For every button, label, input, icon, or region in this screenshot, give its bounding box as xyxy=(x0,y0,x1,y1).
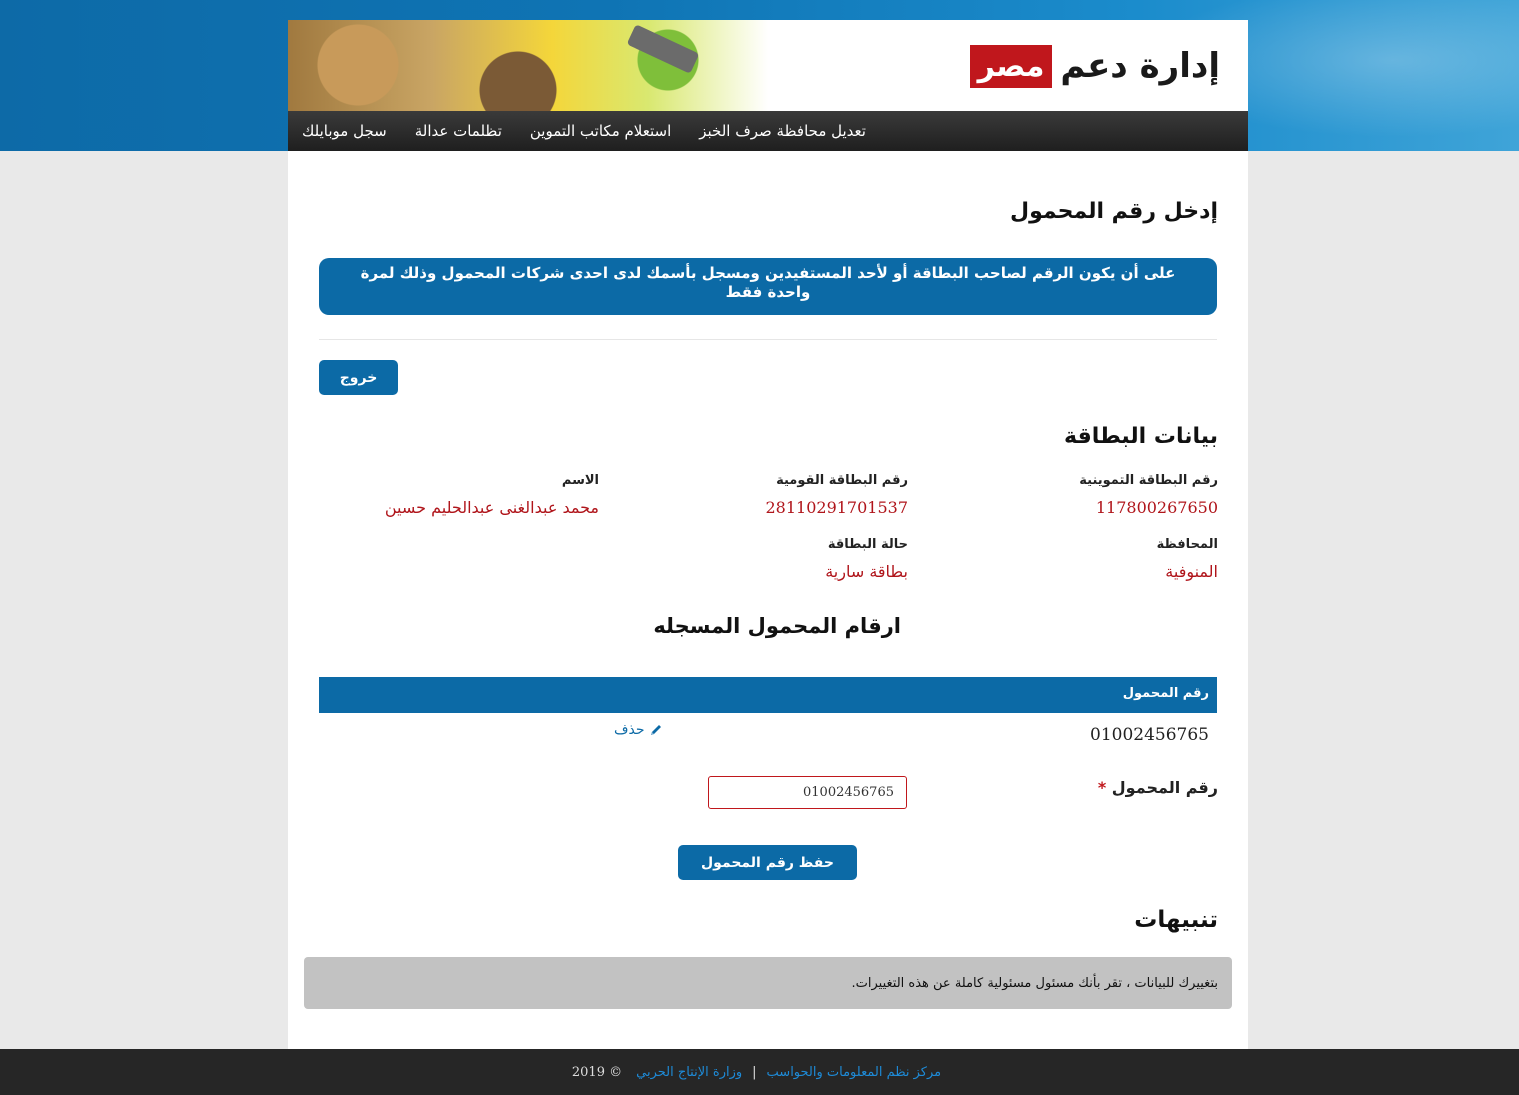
delete-mobile-link[interactable]: حذف xyxy=(614,722,663,738)
name-value: محمد عبدالغنى عبدالحليم حسين xyxy=(384,498,599,517)
page-title: إدخل رقم المحمول xyxy=(1009,199,1218,224)
fuel-pump-graphic xyxy=(626,24,700,74)
mobile-label-text: رقم المحمول xyxy=(1111,778,1218,797)
nav-bread-governorate[interactable]: تعديل محافظة صرف الخبز xyxy=(685,111,880,151)
required-mark: * xyxy=(1097,778,1107,797)
site-footer: مركز نظم المعلومات والحواسب | وزارة الإن… xyxy=(0,1049,1519,1095)
mobile-field-label: رقم المحمول * xyxy=(1094,778,1218,797)
nav-offices-inquiry[interactable]: استعلام مكاتب التموين xyxy=(516,111,685,151)
table-row-mobile-number: 01002456765 xyxy=(1090,725,1209,745)
logo-text: إدارة دعم xyxy=(1060,46,1220,86)
ration-card-value: 117800267650 xyxy=(1095,498,1218,517)
main-nav: سجل موبايلك تظلمات عدالة استعلام مكاتب ا… xyxy=(288,111,1248,151)
governorate-value: المنوفية xyxy=(1165,562,1218,581)
mobiles-section-title: ارقام المحمول المسجله xyxy=(653,614,901,638)
mobile-input[interactable] xyxy=(708,776,907,809)
footer-link-info-center[interactable]: مركز نظم المعلومات والحواسب xyxy=(767,1065,942,1080)
alert-message: بتغييرك للبيانات ، تقر بأنك مسئول مسئولي… xyxy=(851,975,1218,991)
banner-image xyxy=(288,20,768,111)
footer-copyright: © 2019 xyxy=(571,1064,623,1080)
national-id-label: رقم البطاقة القومية xyxy=(776,473,908,488)
card-section-title: بيانات البطاقة xyxy=(1063,424,1218,449)
card-status-value: بطاقة سارية xyxy=(825,562,908,581)
name-label: الاسم xyxy=(561,473,599,488)
governorate-label: المحافظة xyxy=(1156,537,1218,552)
nav-register-mobile[interactable]: سجل موبايلك xyxy=(288,111,401,151)
page-container: إدارة دعم مصر سجل موبايلك تظلمات عدالة ا… xyxy=(288,20,1248,1049)
exit-button[interactable]: خروج xyxy=(319,360,398,395)
ration-card-label: رقم البطاقة التموينية xyxy=(1079,473,1218,488)
nav-complaints[interactable]: تظلمات عدالة xyxy=(401,111,516,151)
logo-highlight: مصر xyxy=(969,44,1053,88)
save-mobile-button[interactable]: حفظ رقم المحمول xyxy=(678,845,857,880)
delete-label: حذف xyxy=(614,722,645,738)
footer-link-ministry[interactable]: وزارة الإنتاج الحربي xyxy=(636,1065,742,1080)
site-banner: إدارة دعم مصر xyxy=(288,20,1248,111)
alerts-title: تنبيهات xyxy=(1134,907,1218,933)
site-logo[interactable]: إدارة دعم مصر xyxy=(969,40,1220,92)
divider xyxy=(319,339,1217,340)
alert-message-box: بتغييرك للبيانات ، تقر بأنك مسئول مسئولي… xyxy=(304,957,1232,1009)
national-id-value: 28110291701537 xyxy=(765,498,908,517)
column-header-mobile: رقم المحمول xyxy=(1122,686,1209,701)
info-notice: على أن يكون الرقم لصاحب البطاقة أو لأحد … xyxy=(319,258,1217,315)
mobiles-table-header: رقم المحمول xyxy=(319,677,1217,713)
footer-separator: | xyxy=(752,1064,757,1080)
pencil-icon xyxy=(650,725,661,735)
main-content: إدخل رقم المحمول على أن يكون الرقم لصاحب… xyxy=(288,151,1248,1049)
card-status-label: حالة البطاقة xyxy=(827,537,908,552)
